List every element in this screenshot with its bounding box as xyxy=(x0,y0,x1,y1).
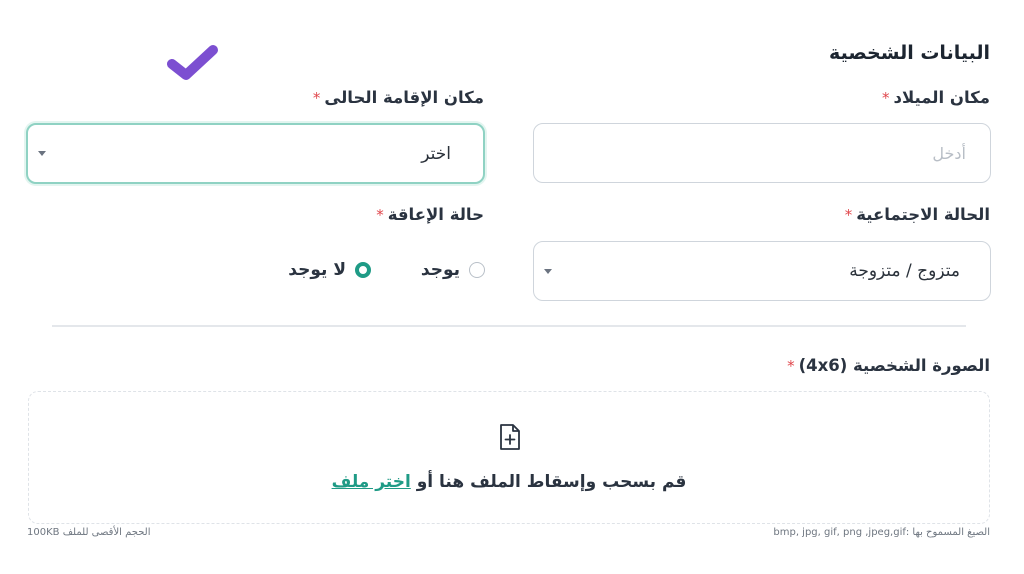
required-mark: * xyxy=(376,206,384,224)
disability-option-yes[interactable]: يوجد xyxy=(421,260,485,280)
section-divider xyxy=(52,325,966,327)
section-title: البيانات الشخصية xyxy=(829,42,990,64)
birth-place-placeholder: أدخل xyxy=(932,143,966,163)
marital-status-value: متزوج / متزوجة xyxy=(849,261,960,281)
required-mark: * xyxy=(844,206,853,224)
radio-button[interactable] xyxy=(469,262,485,278)
chevron-down-icon xyxy=(38,151,46,156)
marital-status-label: الحالة الاجتماعية* xyxy=(844,205,990,224)
photo-label: الصورة الشخصية (4x6)* xyxy=(787,356,990,375)
max-size-text: الحجم الأقصى للملف 100KB xyxy=(27,527,151,538)
birth-place-input[interactable]: أدخل xyxy=(533,123,991,183)
chevron-down-icon xyxy=(544,268,552,274)
allowed-formats-text: الصيغ المسموح بها :bmp, jpg, gif, png ,j… xyxy=(773,527,990,538)
radio-label: لا يوجد xyxy=(288,260,346,280)
radio-label: يوجد xyxy=(420,260,460,280)
file-dropzone[interactable]: قم بسحب وإسقاط الملف هنا أو اختر ملف xyxy=(28,391,990,524)
disability-option-no[interactable]: لا يوجد xyxy=(288,260,371,280)
radio-button-selected[interactable] xyxy=(355,262,371,278)
marital-status-select[interactable]: متزوج / متزوجة xyxy=(533,241,991,301)
check-icon xyxy=(167,45,218,80)
disability-label: حالة الإعاقة* xyxy=(376,205,484,224)
required-mark: * xyxy=(882,89,890,107)
file-plus-icon xyxy=(500,424,520,450)
residence-label: مكان الإقامة الحالى* xyxy=(312,88,484,107)
required-mark: * xyxy=(312,89,321,107)
choose-file-link[interactable]: اختر ملف xyxy=(332,472,411,492)
dropzone-instructions: قم بسحب وإسقاط الملف هنا أو اختر ملف xyxy=(331,472,687,492)
residence-select[interactable]: اختر xyxy=(26,123,485,184)
required-mark: * xyxy=(787,357,795,375)
residence-value: اختر xyxy=(421,143,451,164)
birth-place-label: مكان الميلاد* xyxy=(882,88,990,107)
